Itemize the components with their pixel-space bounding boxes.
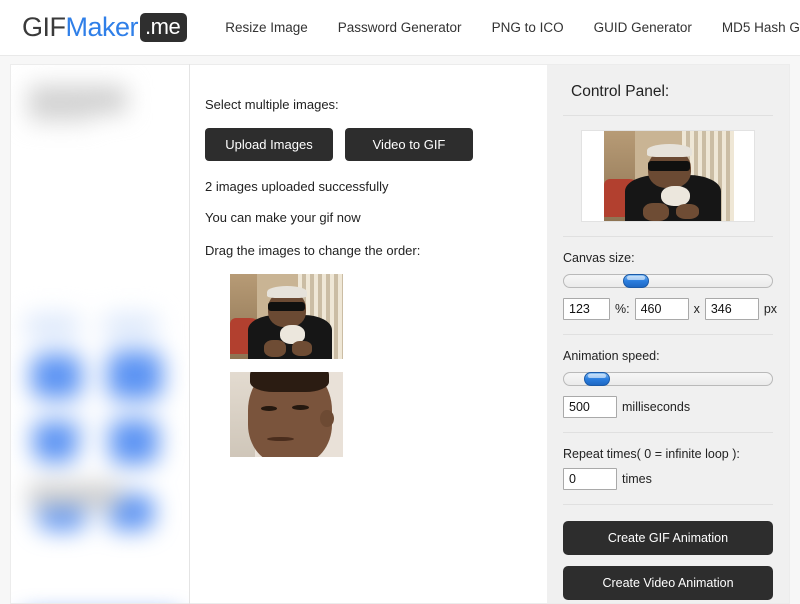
control-panel-title: Control Panel: <box>571 83 670 100</box>
ad-chip-2 <box>107 350 163 400</box>
speed-slider-thumb[interactable] <box>584 372 611 386</box>
upload-button-row: Upload Images Video to GIF <box>205 128 547 161</box>
panel-divider-2 <box>563 236 773 237</box>
main-content: Select multiple images: Upload Images Vi… <box>190 64 547 604</box>
animation-speed-label: Animation speed: <box>563 349 660 363</box>
nav-link-resize-image[interactable]: Resize Image <box>225 20 308 35</box>
ad-subheading-block <box>28 107 93 123</box>
repeat-times-inputs: times <box>563 468 773 490</box>
frame-image-1 <box>230 274 343 359</box>
repeat-times-label: Repeat times( 0 = infinite loop ): <box>563 447 740 461</box>
create-video-animation-button[interactable]: Create Video Animation <box>563 566 773 600</box>
logo-badge-me: .me <box>140 12 188 43</box>
select-images-label: Select multiple images: <box>205 97 339 112</box>
nav-link-guid-generator[interactable]: GUID Generator <box>594 20 692 35</box>
ad-chip-1 <box>31 354 82 399</box>
site-header: GIF Maker .me Resize Image Password Genera… <box>0 0 800 56</box>
ad-faint-block-1 <box>24 313 80 340</box>
dimension-separator-label: x <box>693 302 700 316</box>
canvas-width-input[interactable] <box>634 298 689 320</box>
ad-chip-3 <box>33 421 78 463</box>
create-gif-animation-button[interactable]: Create GIF Animation <box>563 521 773 555</box>
frame-image-2 <box>230 372 343 457</box>
upload-images-button[interactable]: Upload Images <box>205 128 333 161</box>
upload-success-status: 2 images uploaded successfully <box>205 179 389 194</box>
canvas-size-inputs: %: x px <box>563 298 777 320</box>
animation-speed-section: Animation speed: milliseconds <box>563 349 773 418</box>
logo-text-gif: GIF <box>22 12 66 42</box>
ready-status: You can make your gif now <box>205 210 361 225</box>
panel-divider-5 <box>563 504 773 505</box>
nav-link-md5-hash-generator[interactable]: MD5 Hash Generator <box>722 20 800 35</box>
ad-heading-block-2 <box>28 483 123 509</box>
nav-link-png-to-ico[interactable]: PNG to ICO <box>492 20 564 35</box>
site-logo[interactable]: GIF Maker .me <box>22 12 188 43</box>
video-to-gif-button[interactable]: Video to GIF <box>345 128 473 161</box>
canvas-size-slider[interactable] <box>563 274 773 288</box>
canvas-slider-thumb[interactable] <box>622 274 649 288</box>
canvas-percent-input[interactable] <box>563 298 610 320</box>
logo-text-maker: Maker <box>65 12 139 42</box>
panel-divider-3 <box>563 334 773 335</box>
control-panel: Control Panel: Canvas size: 123 %: 460 x… <box>547 64 790 604</box>
repeat-times-section: Repeat times( 0 = infinite loop ): times <box>563 447 773 490</box>
percent-suffix-label: %: <box>615 302 630 316</box>
panel-divider-4 <box>563 432 773 433</box>
nav-link-password-generator[interactable]: Password Generator <box>338 20 462 35</box>
thumbnail-list <box>205 274 547 457</box>
canvas-height-input[interactable] <box>704 298 759 320</box>
animation-speed-slider[interactable] <box>563 372 773 386</box>
canvas-size-section: Canvas size: %: x px <box>563 251 777 320</box>
repeat-times-input[interactable] <box>563 468 617 490</box>
preview-frame-image <box>604 131 734 221</box>
panel-action-buttons: Create GIF Animation Create Video Animat… <box>563 521 773 604</box>
animation-preview <box>581 130 755 222</box>
drag-order-label: Drag the images to change the order: <box>205 243 421 258</box>
pixel-unit-label: px <box>763 302 778 316</box>
ad-faint-block-2 <box>103 313 159 340</box>
ad-blurred-content <box>11 65 189 603</box>
times-unit-label: times <box>622 472 652 486</box>
page-body: Select multiple images: Upload Images Vi… <box>0 56 800 604</box>
main-navigation: Resize Image Password Generator PNG to I… <box>225 20 800 35</box>
thumbnail-item-2[interactable] <box>230 372 343 457</box>
panel-divider-1 <box>563 115 773 116</box>
thumbnail-item-1[interactable] <box>230 274 343 359</box>
animation-speed-input[interactable] <box>563 396 617 418</box>
ad-chip-4 <box>109 419 159 465</box>
canvas-size-label: Canvas size: <box>563 251 635 265</box>
sidebar-advertisement[interactable] <box>10 64 189 604</box>
milliseconds-unit-label: milliseconds <box>622 400 691 414</box>
animation-speed-inputs: milliseconds <box>563 396 773 418</box>
